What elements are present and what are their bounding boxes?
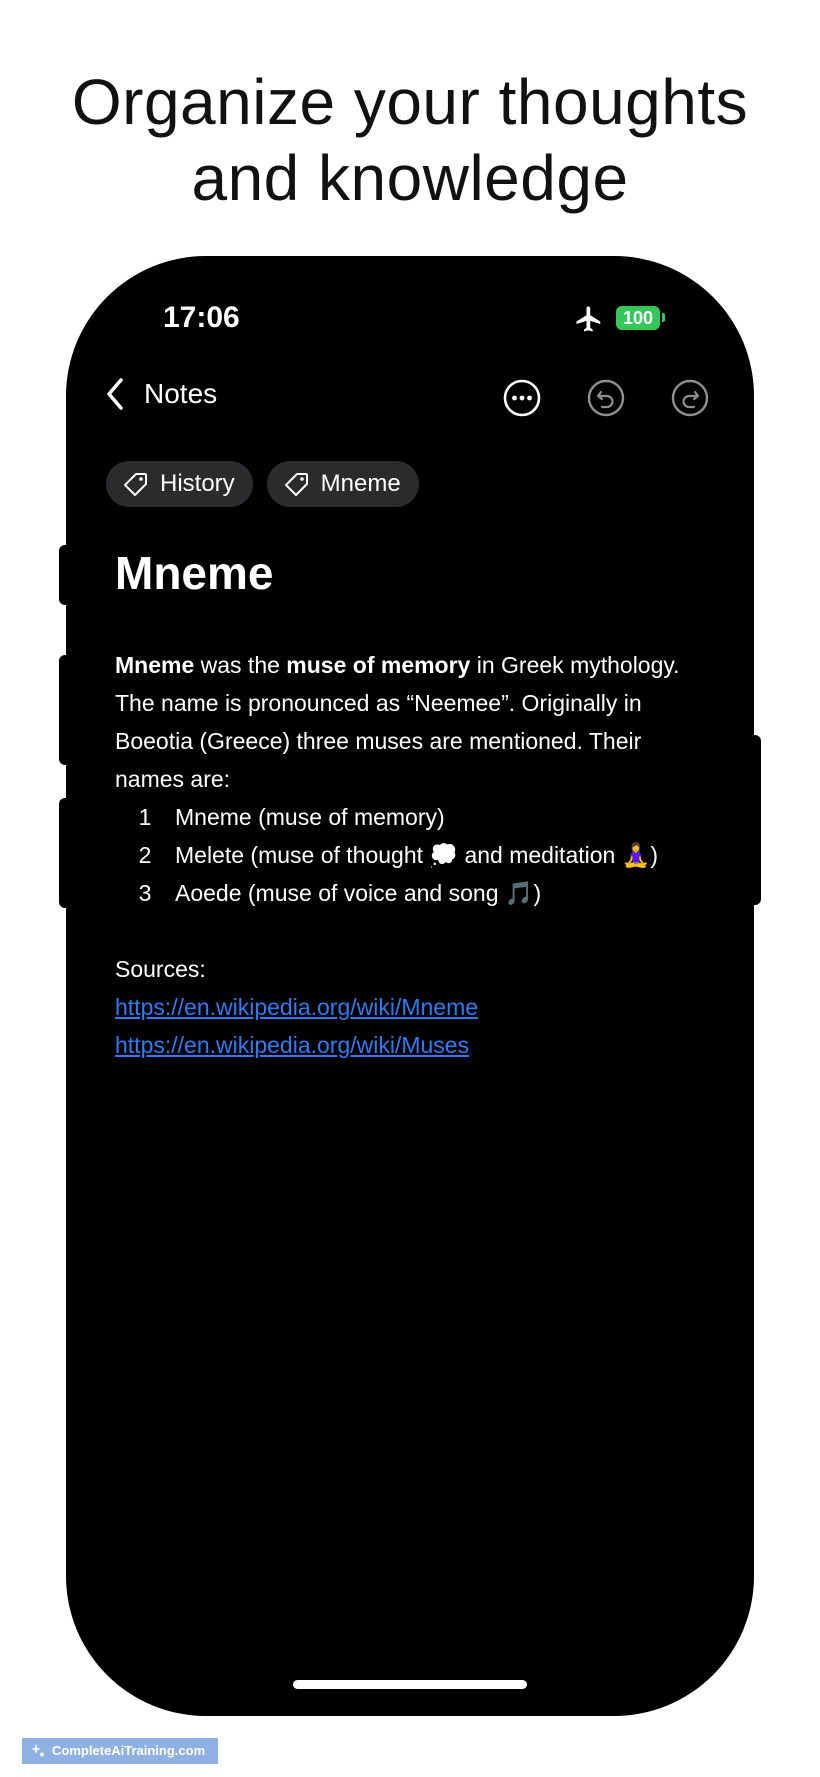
tag-list: History Mneme: [106, 461, 419, 507]
list-item: 1 Mneme (muse of memory): [115, 798, 715, 836]
tag-icon: [284, 473, 308, 496]
tag-label: History: [160, 470, 235, 497]
airplane-icon: [576, 306, 601, 332]
chevron-left-icon: [107, 378, 123, 410]
source-link-muses[interactable]: https://en.wikipedia.org/wiki/Muses: [115, 1026, 715, 1064]
list-text: Melete (muse of thought 💭 and meditation…: [175, 842, 659, 868]
list-item: 3 Aoede (muse of voice and song 🎵): [115, 874, 715, 912]
intro-bold-subject: Mneme: [115, 652, 195, 678]
sparkle-icon: [31, 1744, 44, 1757]
source-link-mneme[interactable]: https://en.wikipedia.org/wiki/Mneme: [115, 988, 715, 1026]
phone-screen: 17:06 100 Notes History Mneme Mneme Mnem…: [66, 256, 754, 1716]
back-button[interactable]: Notes: [104, 376, 217, 412]
tag-history[interactable]: History: [106, 461, 253, 507]
intro-bold-muse: muse of memory: [286, 652, 471, 678]
headline-line-1: Organize your thoughts: [71, 66, 749, 138]
note-title: Mneme: [115, 547, 274, 599]
home-indicator[interactable]: [293, 1680, 527, 1689]
battery-indicator: 100: [616, 306, 660, 330]
battery-nub: [662, 313, 665, 322]
tag-mneme[interactable]: Mneme: [266, 461, 419, 507]
headline-line-2: and knowledge: [191, 142, 629, 214]
list-number: 3: [138, 880, 152, 906]
list-number: 2: [138, 842, 152, 868]
watermark-text: CompleteAiTraining.com: [52, 1743, 206, 1758]
back-button-label: Notes: [144, 378, 218, 409]
list-item: 2 Melete (muse of thought 💭 and meditati…: [115, 836, 715, 874]
watermark: CompleteAiTraining.com: [22, 1738, 218, 1764]
undo-icon[interactable]: [586, 378, 626, 418]
intro-text-1: was the: [194, 652, 287, 678]
tag-icon: [124, 473, 147, 496]
muses-list: 1 Mneme (muse of memory) 2 Melete (muse …: [115, 798, 715, 912]
list-text: Aoede (muse of voice and song 🎵): [175, 880, 542, 906]
tag-label: Mneme: [320, 470, 401, 497]
redo-icon[interactable]: [670, 378, 710, 418]
note-body[interactable]: Mneme was the muse of memory in Greek my…: [115, 646, 715, 1064]
sources-section: Sources: https://en.wikipedia.org/wiki/M…: [115, 950, 715, 1064]
note-intro: Mneme was the muse of memory in Greek my…: [115, 646, 715, 798]
list-text: Mneme (muse of memory): [175, 804, 445, 830]
more-icon[interactable]: [502, 378, 542, 418]
status-time: 17:06: [163, 301, 240, 334]
headline: Organize your thoughts and knowledge: [0, 64, 820, 216]
sources-label: Sources:: [115, 956, 206, 982]
list-number: 1: [138, 804, 152, 830]
